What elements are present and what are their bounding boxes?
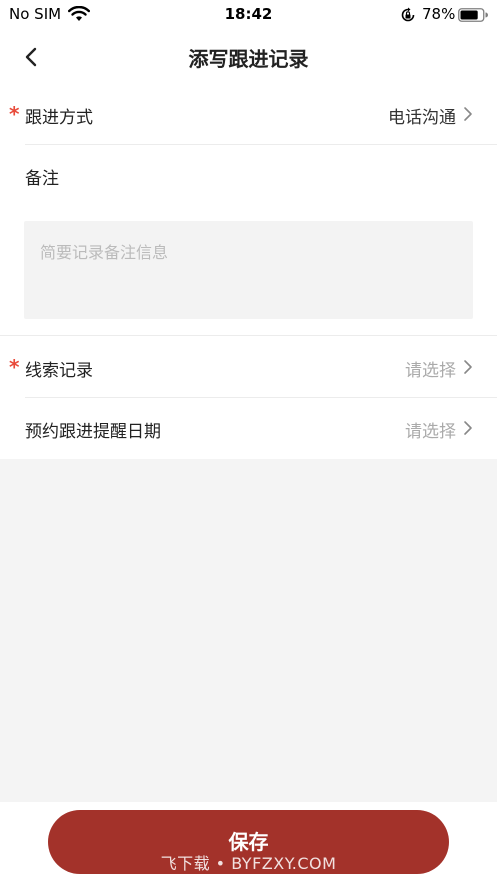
chevron-right-icon <box>464 360 472 374</box>
battery-icon <box>458 8 488 26</box>
lead-record-value: 请选择 <box>405 361 456 381</box>
notes-label: 备注 <box>25 169 59 189</box>
follow-method-row[interactable]: * 跟进方式 电话沟通 <box>0 84 497 144</box>
follow-method-value: 电话沟通 <box>388 108 456 128</box>
required-mark: * <box>9 355 20 379</box>
divider <box>0 335 497 336</box>
reminder-date-label: 预约跟进提醒日期 <box>25 422 161 442</box>
chevron-right-icon <box>464 421 472 435</box>
nav-bar: 添写跟进记录 <box>0 30 497 84</box>
battery-percent: 78% <box>422 5 456 23</box>
orientation-lock-icon <box>400 7 416 27</box>
page-title: 添写跟进记录 <box>188 47 309 71</box>
save-button[interactable]: 保存 <box>48 810 449 874</box>
follow-method-label: 跟进方式 <box>25 108 93 128</box>
reminder-date-row[interactable]: 预约跟进提醒日期 请选择 <box>0 398 497 458</box>
notes-input[interactable] <box>24 221 473 319</box>
chevron-right-icon <box>464 107 472 121</box>
reminder-date-value: 请选择 <box>405 422 456 442</box>
lead-record-label: 线索记录 <box>25 361 93 381</box>
notes-row: 备注 <box>0 145 497 205</box>
required-mark: * <box>9 102 20 126</box>
status-bar: No SIM 18:42 78% <box>0 0 497 30</box>
follow-up-form: * 跟进方式 电话沟通 备注 * 线索记录 请选择 预约跟进提醒日期 请选择 <box>0 84 497 459</box>
lead-record-row[interactable]: * 线索记录 请选择 <box>0 337 497 397</box>
